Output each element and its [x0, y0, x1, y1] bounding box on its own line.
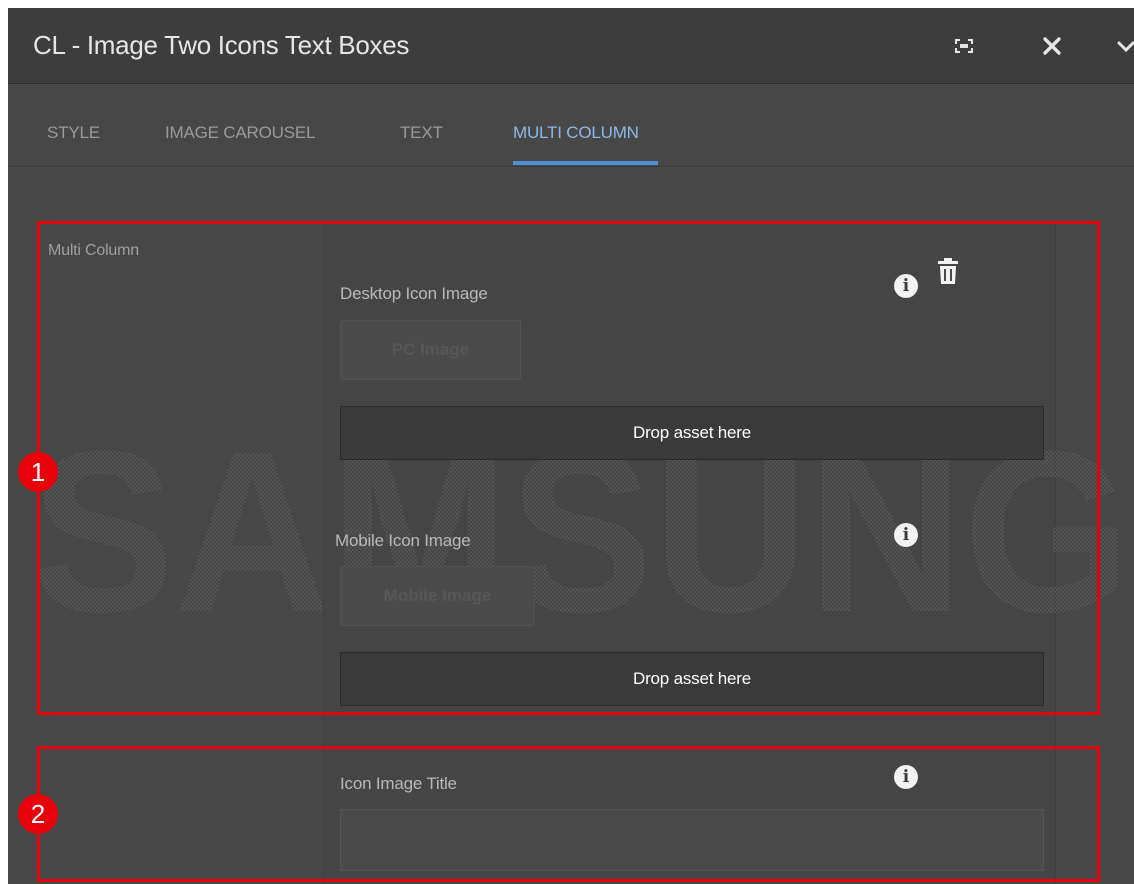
mobile-image-button[interactable]: Mobile Image	[340, 566, 535, 626]
desktop-icon-dropzone[interactable]: Drop asset here	[340, 406, 1044, 460]
dialog-header: CL - Image Two Icons Text Boxes	[8, 8, 1134, 84]
trash-icon[interactable]	[936, 257, 960, 290]
mobile-icon-dropzone[interactable]: Drop asset here	[340, 652, 1044, 706]
info-icon[interactable]: i	[894, 274, 918, 298]
chevron-down-icon[interactable]	[1108, 28, 1134, 64]
close-icon[interactable]	[1034, 28, 1070, 64]
icon-title-input[interactable]	[340, 809, 1044, 871]
annotation-badge-1: 1	[18, 452, 58, 492]
tab-style[interactable]: STYLE	[47, 123, 100, 143]
info-icon[interactable]: i	[894, 765, 918, 789]
info-icon[interactable]: i	[894, 523, 918, 547]
dialog-content: Multi Column	[8, 168, 1134, 884]
dialog-title: CL - Image Two Icons Text Boxes	[33, 30, 410, 60]
tab-bar: STYLE IMAGE CAROUSEL TEXT MULTI COLUMN	[8, 85, 1134, 167]
tab-text[interactable]: TEXT	[400, 123, 443, 143]
tab-image-carousel[interactable]: IMAGE CAROUSEL	[165, 123, 315, 143]
annotation-badge-2: 2	[18, 794, 58, 834]
mobile-icon-label: Mobile Icon Image	[335, 531, 471, 550]
desktop-icon-label: Desktop Icon Image	[340, 284, 488, 303]
icon-title-label: Icon Image Title	[340, 774, 457, 793]
tab-multi-column[interactable]: MULTI COLUMN	[513, 123, 639, 143]
dialog: CL - Image Two Icons Text Boxes STYLE IM…	[8, 8, 1134, 884]
active-tab-indicator	[513, 161, 658, 165]
pc-image-button[interactable]: PC Image	[340, 320, 521, 380]
fullscreen-icon[interactable]	[946, 28, 982, 64]
label-column: Multi Column	[8, 168, 323, 884]
section-label: Multi Column	[48, 242, 139, 259]
